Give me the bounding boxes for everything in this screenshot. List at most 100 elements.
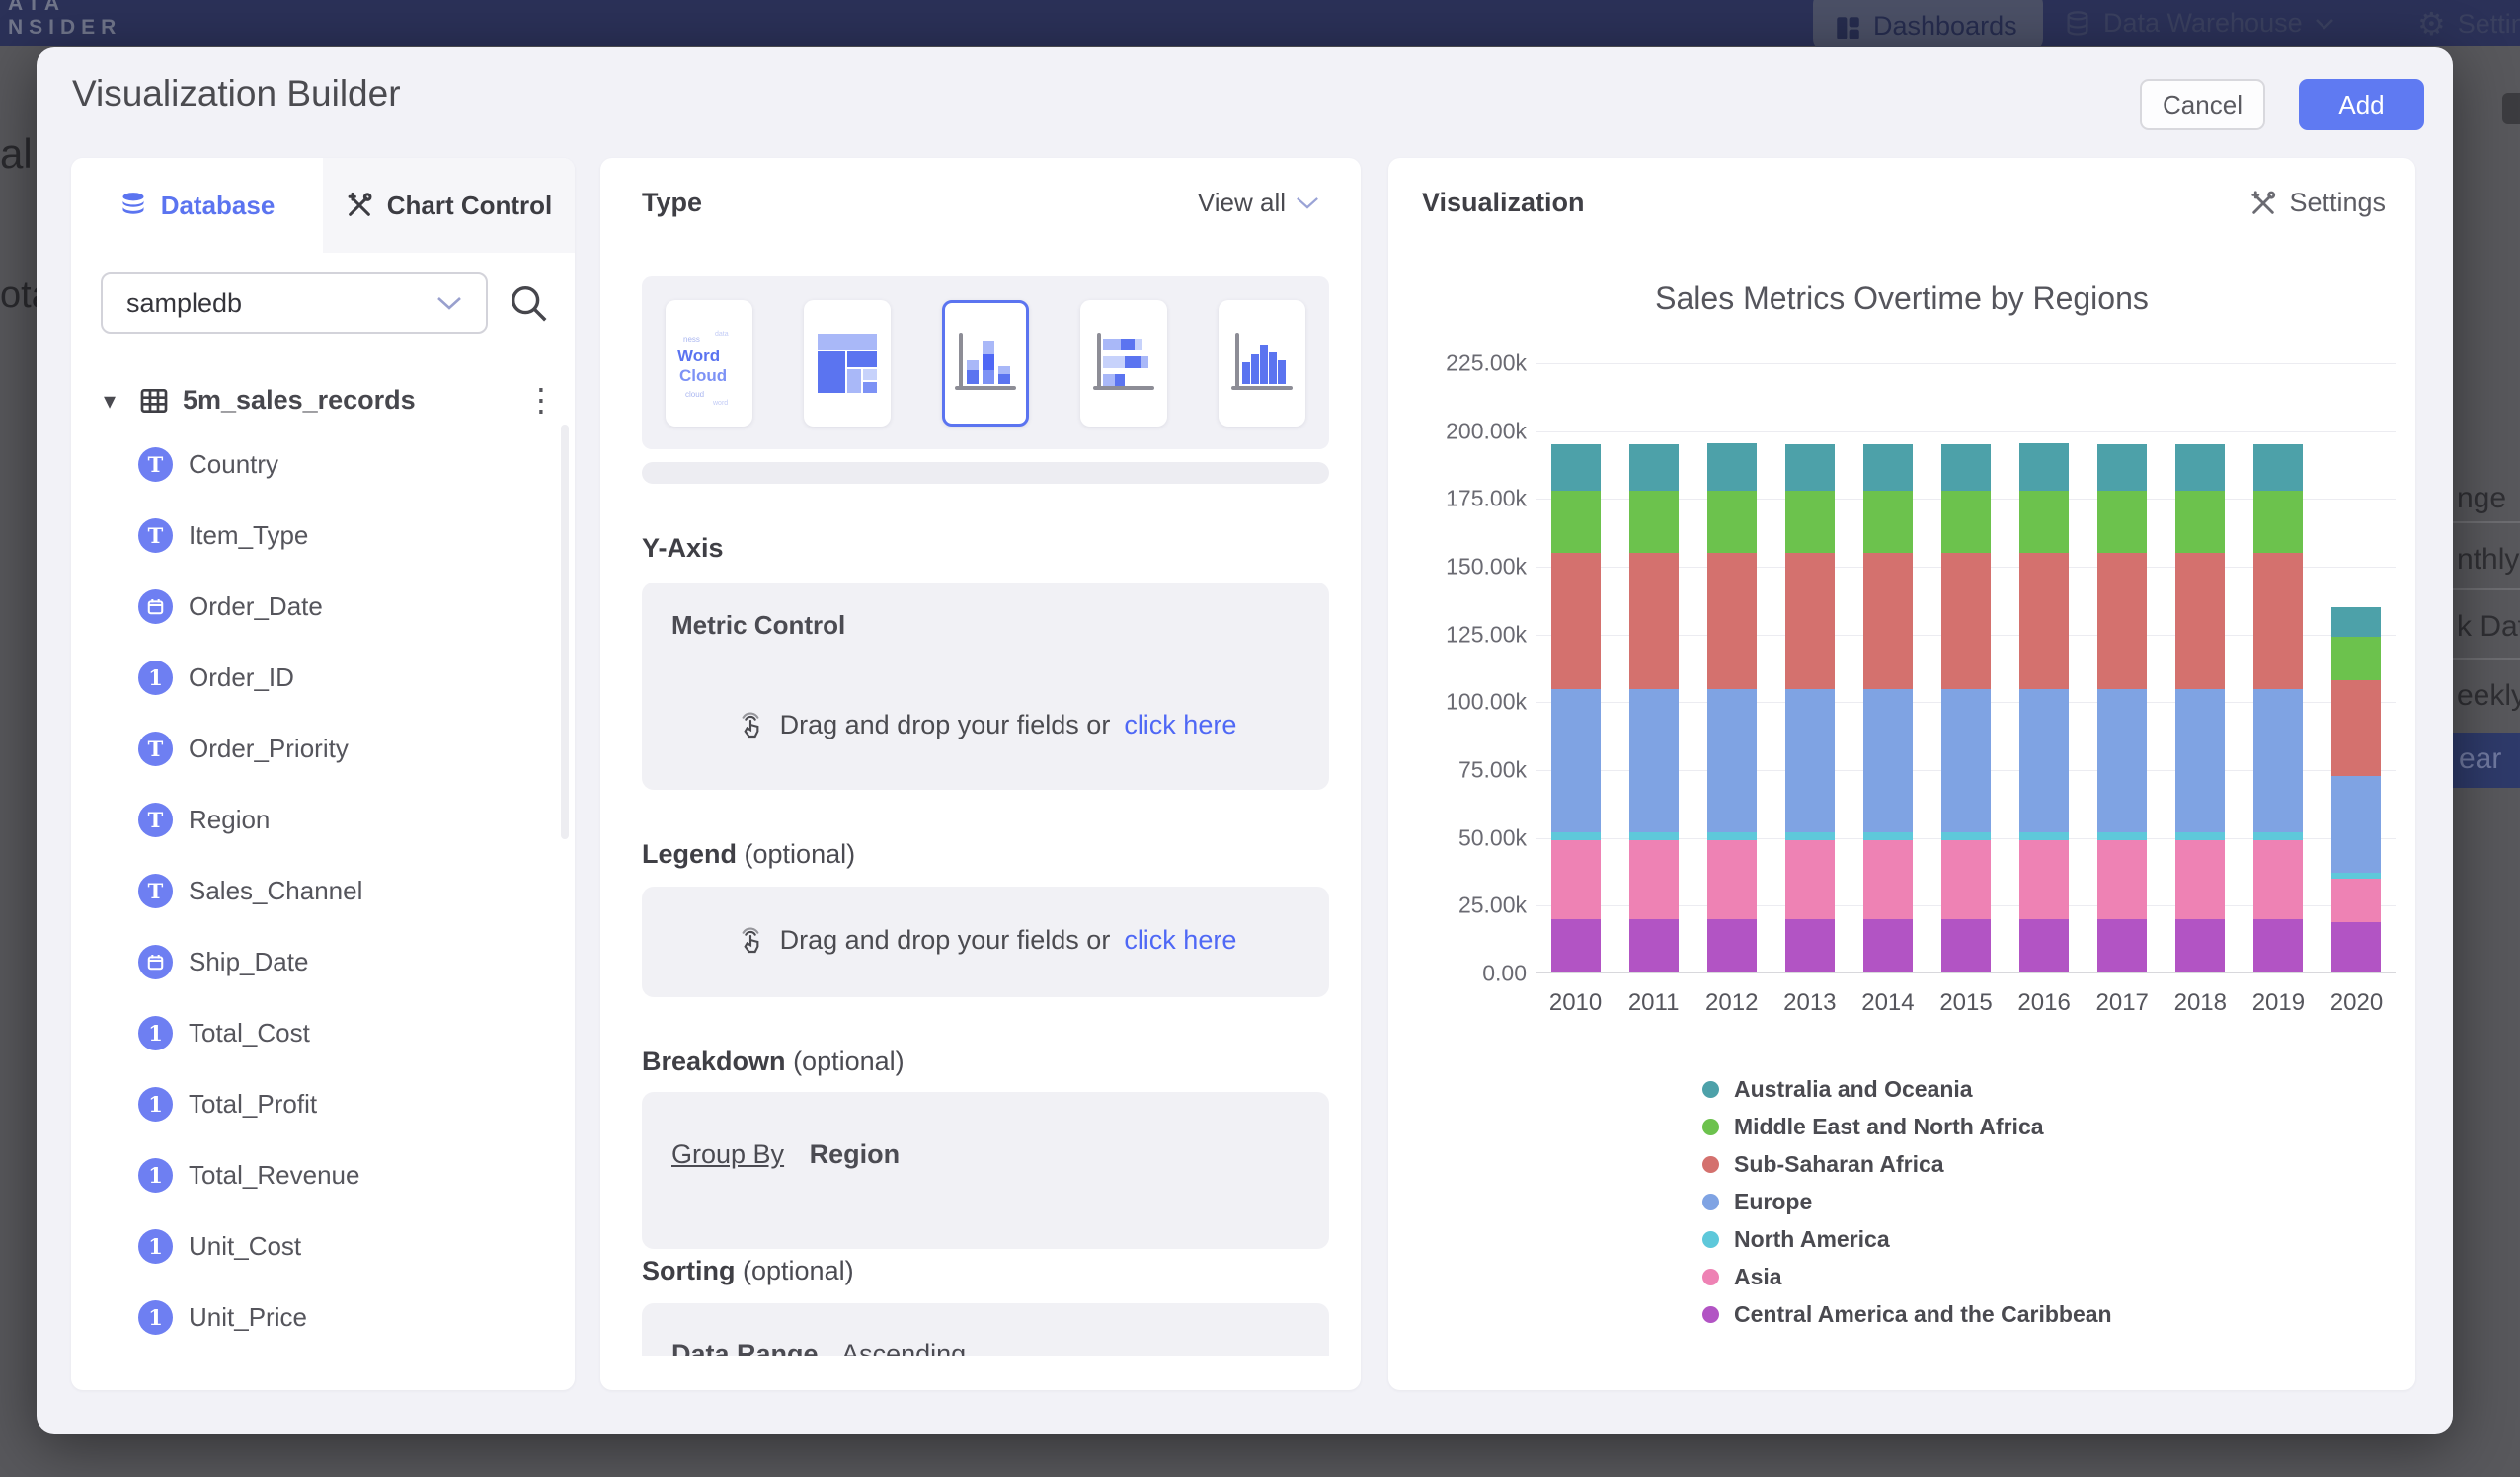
nav-item-dashboards[interactable]: Dashboards [1813, 0, 2043, 51]
breakdown-dropzone[interactable]: Group By Region [642, 1092, 1329, 1249]
legend-item[interactable]: Australia and Oceania [1702, 1070, 2112, 1108]
legend-dropzone[interactable]: Drag and drop your fields or click here [642, 887, 1329, 997]
legend-item[interactable]: Sub-Saharan Africa [1702, 1145, 2112, 1183]
stacked-bar-2020 [2331, 607, 2381, 973]
chart-type-treemap[interactable] [804, 300, 891, 427]
bar-segment [1941, 491, 1991, 553]
stacked-bar-2016 [2019, 443, 2069, 973]
bar-segment [1551, 832, 1601, 840]
visualization-builder-modal: Visualization Builder Cancel Add Databas… [37, 47, 2453, 1434]
bar-segment [2175, 832, 2225, 840]
bar-segment [2019, 553, 2069, 688]
field-item-total_revenue[interactable]: 1Total_Revenue [71, 1139, 575, 1210]
date-field-icon [138, 945, 173, 979]
legend-item[interactable]: Central America and the Caribbean [1702, 1295, 2112, 1333]
click-here-link[interactable]: click here [1124, 710, 1236, 740]
bar-segment [1707, 689, 1757, 833]
database-icon [119, 192, 147, 219]
chart-type-word-cloud[interactable]: ness data Word Cloud cloud word [666, 300, 752, 427]
field-item-region[interactable]: TRegion [71, 784, 575, 855]
number-field-icon: 1 [138, 1158, 173, 1193]
table-name[interactable]: 5m_sales_records [183, 385, 416, 416]
field-item-order_date[interactable]: Order_Date [71, 571, 575, 642]
horizontal-scrollbar[interactable] [642, 462, 1329, 484]
dashboards-icon [1835, 15, 1861, 41]
field-item-country[interactable]: TCountry [71, 428, 575, 500]
chart-settings-button[interactable]: Settings [2249, 188, 2386, 218]
chevron-down-icon [436, 295, 462, 311]
settings-label: Settin [2458, 9, 2520, 39]
field-item-item_type[interactable]: TItem_Type [71, 500, 575, 571]
chart-title: Sales Metrics Overtime by Regions [1388, 280, 2415, 317]
bar-segment [1629, 444, 1679, 491]
search-icon[interactable] [506, 280, 551, 326]
y-tick-label: 200.00k [1446, 418, 1527, 444]
bar-segment [2019, 491, 2069, 553]
metric-control-label: Metric Control [671, 610, 845, 641]
bar-segment [1941, 832, 1991, 840]
tab-chart-control-label: Chart Control [387, 191, 553, 221]
x-tick-label: 2018 [2162, 989, 2240, 1017]
chart-config-panel: Type View all ness data Word Cloud cloud… [600, 158, 1361, 1390]
vertical-scrollbar[interactable] [561, 425, 569, 839]
nav-item-settings[interactable]: ⚙ Settin [2417, 8, 2520, 39]
field-label: Order_Priority [189, 734, 349, 764]
chart-type-histogram[interactable] [1219, 300, 1305, 427]
field-item-unit_cost[interactable]: 1Unit_Cost [71, 1210, 575, 1282]
app-logo: ATA NSIDER [8, 0, 121, 39]
caret-down-icon[interactable]: ▾ [104, 387, 116, 416]
database-icon [2064, 10, 2091, 38]
chart-type-stacked-bar[interactable] [1080, 300, 1167, 427]
click-here-link[interactable]: click here [1124, 925, 1236, 956]
field-item-total_cost[interactable]: 1Total_Cost [71, 997, 575, 1068]
chart-type-stacked-column[interactable] [942, 300, 1029, 427]
y-tick-label: 50.00k [1458, 824, 1527, 851]
field-label: Ship_Date [189, 947, 308, 977]
table-tree-header: ▾ 5m_sales_records ⋮ [71, 377, 575, 428]
tab-chart-control[interactable]: Chart Control [323, 158, 575, 253]
sorting-order-value: Ascending [841, 1339, 966, 1356]
field-label: Unit_Cost [189, 1231, 301, 1262]
metric-control-dropzone[interactable]: Metric Control Drag and drop your fields… [642, 583, 1329, 790]
add-button[interactable]: Add [2299, 79, 2424, 130]
nav-item-data-warehouse[interactable]: Data Warehouse [2064, 8, 2334, 39]
view-all-button[interactable]: View all [1198, 188, 1319, 218]
bar-segment [2331, 607, 2381, 637]
bar-segment [1863, 491, 1913, 553]
field-label: Region [189, 805, 270, 835]
background-menu-item: nthly [2457, 543, 2519, 577]
background-menu-item: nge [2457, 482, 2506, 515]
legend-item[interactable]: Europe [1702, 1183, 2112, 1220]
field-item-unit_price[interactable]: 1Unit_Price [71, 1282, 575, 1353]
legend-label: Central America and the Caribbean [1734, 1301, 2112, 1328]
bar-segment [1707, 840, 1757, 919]
bar-segment [1941, 689, 1991, 833]
field-item-order_priority[interactable]: TOrder_Priority [71, 713, 575, 784]
legend-item[interactable]: Asia [1702, 1258, 2112, 1295]
bar-segment [1941, 444, 1991, 491]
x-tick-label: 2017 [2084, 989, 2162, 1017]
legend-item[interactable]: Middle East and North Africa [1702, 1108, 2112, 1145]
x-tick-label: 2012 [1693, 989, 1771, 1017]
field-item-ship_date[interactable]: Ship_Date [71, 926, 575, 997]
bar-segment [1785, 919, 1835, 973]
bar-segment [2097, 840, 2147, 919]
sorting-dropzone[interactable]: Data Range Ascending [642, 1303, 1329, 1356]
bar-segment [1707, 832, 1757, 840]
tab-database[interactable]: Database [71, 158, 323, 253]
legend-label: Europe [1734, 1189, 1812, 1215]
database-select[interactable]: sampledb [101, 272, 488, 334]
kebab-menu-icon[interactable]: ⋮ [515, 381, 567, 419]
field-item-order_id[interactable]: 1Order_ID [71, 642, 575, 713]
legend-dot [1702, 1306, 1719, 1323]
field-item-sales_channel[interactable]: TSales_Channel [71, 855, 575, 926]
chart-type-strip: ness data Word Cloud cloud word [642, 276, 1329, 449]
background-menu-item: eekly [2457, 679, 2520, 713]
stacked-bar-2013 [1785, 444, 1835, 973]
breakdown-section-title: Breakdown (optional) [642, 1047, 905, 1077]
field-item-total_profit[interactable]: 1Total_Profit [71, 1068, 575, 1139]
legend-item[interactable]: North America [1702, 1220, 2112, 1258]
cancel-button[interactable]: Cancel [2140, 79, 2265, 130]
group-by-link[interactable]: Group By [671, 1139, 784, 1169]
bar-segment [1707, 443, 1757, 491]
